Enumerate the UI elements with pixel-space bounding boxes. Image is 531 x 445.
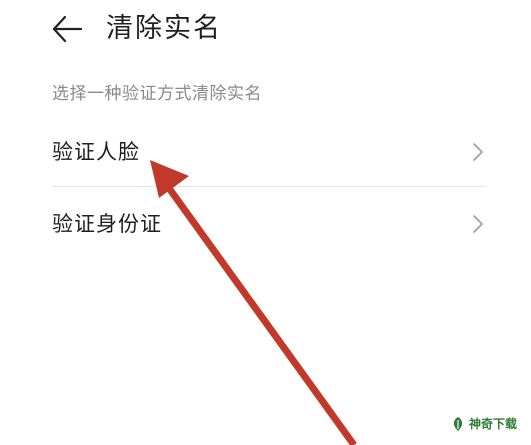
watermark: 神奇下载 (450, 414, 522, 434)
section-subtitle: 选择一种验证方式清除实名 (52, 84, 262, 104)
list-divider (52, 186, 486, 187)
chevron-right-icon (473, 215, 483, 233)
verify-id-card-option[interactable]: 验证身份证 (52, 194, 486, 254)
page-title: 清除实名 (106, 13, 222, 44)
top-app-bar: 清除实名 (0, 0, 531, 60)
verify-face-option[interactable]: 验证人脸 (52, 122, 486, 182)
watermark-text: 神奇下载 (469, 417, 518, 431)
verify-face-label: 验证人脸 (52, 140, 140, 164)
arrow-left-icon (52, 15, 83, 43)
verify-id-card-label: 验证身份证 (52, 212, 162, 236)
back-button[interactable] (50, 12, 84, 46)
leaf-logo-icon (453, 417, 463, 431)
chevron-right-icon (473, 143, 483, 161)
